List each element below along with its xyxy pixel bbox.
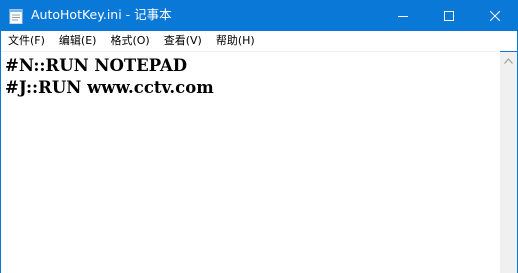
menu-help[interactable]: 帮助(H) [209,31,262,51]
window-title: AutoHotKey.ini - 记事本 [31,7,172,22]
maximize-icon [444,10,454,21]
notepad-window: AutoHotKey.ini - 记事本 文件(F) 编辑(E) 格式(O) 查… [0,0,518,273]
notepad-app-icon[interactable] [9,8,23,24]
minimize-icon [398,15,408,17]
chevron-up-icon [504,57,513,64]
vertical-scrollbar[interactable] [500,52,517,273]
maximize-button[interactable] [426,0,472,31]
menu-view[interactable]: 查看(V) [157,31,209,51]
menu-format[interactable]: 格式(O) [103,31,156,51]
title-bar[interactable]: AutoHotKey.ini - 记事本 [0,0,518,31]
menu-edit[interactable]: 编辑(E) [52,31,104,51]
text-editor-area[interactable]: #N::RUN NOTEPAD #J::RUN www.cctv.com [1,51,500,273]
editor-line: #N::RUN NOTEPAD [5,56,188,75]
scroll-up-button[interactable] [500,52,517,69]
close-icon [490,10,500,21]
close-button[interactable] [472,0,518,31]
menu-bar: 文件(F) 编辑(E) 格式(O) 查看(V) 帮助(H) [1,31,517,51]
editor-line: #J::RUN www.cctv.com [5,78,214,97]
menu-file[interactable]: 文件(F) [1,31,52,51]
minimize-button[interactable] [380,0,426,31]
